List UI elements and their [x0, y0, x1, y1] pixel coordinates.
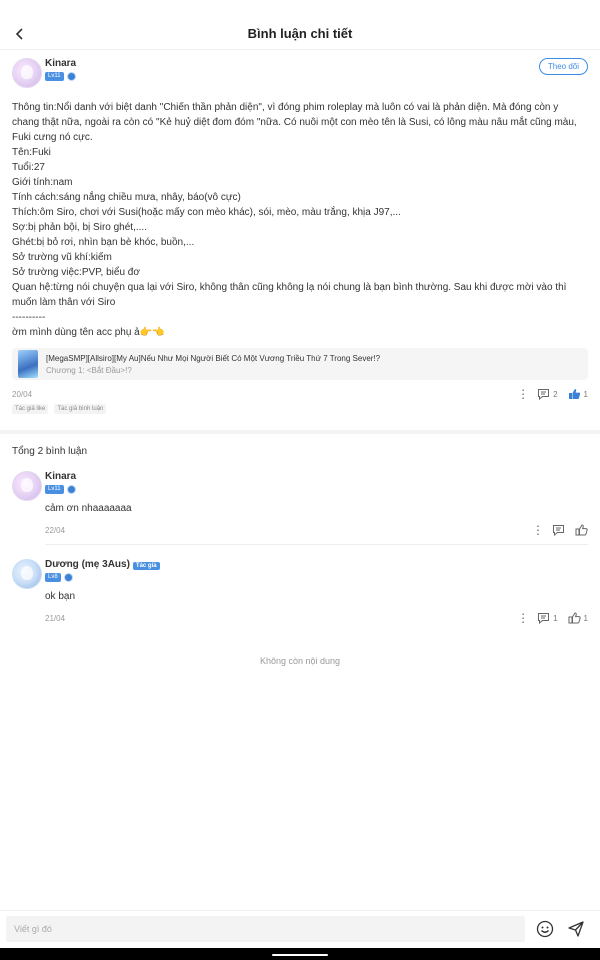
comments-section: Tổng 2 bình luận Kinara Lv11 cảm ơn nhaa…: [0, 446, 600, 626]
top-bar: Bình luận chi tiết: [0, 18, 600, 50]
home-indicator[interactable]: [272, 954, 328, 956]
back-button[interactable]: [8, 22, 32, 46]
comments-total: Tổng 2 bình luận: [12, 446, 88, 457]
story-chapter: Chương 1: <Bắt Đầu>!?: [46, 365, 132, 375]
tag-author-commented: Tác giả bình luận: [54, 404, 107, 414]
status-bar: [0, 0, 600, 18]
post-tags: Tác giả like Tác giả bình luận: [12, 404, 588, 414]
main-post: Kinara Lv11 Theo dõi Thông tin:Nổi danh …: [0, 54, 600, 414]
like-button[interactable]: 1: [568, 388, 588, 400]
thumbs-up-icon: [575, 524, 588, 536]
post-footer: 20/04 ⋮ 2 1: [12, 386, 588, 402]
comment-button[interactable]: 2: [537, 388, 558, 400]
reply-count: 1: [553, 613, 558, 623]
comment-icon: [538, 389, 550, 400]
section-divider: [0, 430, 600, 434]
end-of-content: Không còn nội dung: [259, 656, 341, 666]
page-title: Bình luận chi tiết: [247, 26, 353, 41]
story-link-card[interactable]: [MegaSMP][Allsiro][My Au]Nếu Như Mọi Ngư…: [12, 348, 588, 380]
reply-button[interactable]: [552, 524, 565, 536]
story-title: [MegaSMP][Allsiro][My Au]Nếu Như Mọi Ngư…: [46, 353, 381, 363]
author-badge: Tác giả: [132, 562, 160, 570]
post-date: 20/04: [12, 389, 33, 399]
like-count: 1: [583, 613, 588, 623]
comment-icon: [538, 613, 550, 624]
verified-icon: [63, 573, 73, 582]
comment-input[interactable]: [6, 915, 525, 942]
avatar[interactable]: [12, 58, 42, 88]
more-options-icon[interactable]: ⋮: [517, 611, 529, 625]
comment-author-name[interactable]: Dương (mẹ 3Aus): [45, 559, 130, 570]
verified-icon: [66, 485, 76, 494]
more-options-icon[interactable]: ⋮: [532, 523, 544, 537]
like-count: 1: [583, 389, 588, 399]
level-badge: Lv11: [45, 72, 64, 81]
comment-item: Kinara Lv11 cảm ơn nhaaaaaaa 22/04 ⋮: [12, 467, 588, 545]
comment-date: 22/04: [45, 525, 66, 535]
tag-author-liked: Tác giả like: [12, 404, 49, 414]
comment-icon: [553, 525, 564, 536]
comment-text: cảm ơn nhaaaaaaa: [45, 503, 132, 514]
comment-count: 2: [553, 389, 558, 399]
post-content: Thông tin:Nổi danh với biệt danh "Chiến …: [12, 102, 577, 338]
like-button[interactable]: [575, 524, 588, 536]
send-icon: [568, 920, 584, 937]
comment-input-bar: [0, 910, 600, 946]
avatar[interactable]: [12, 471, 42, 501]
avatar[interactable]: [12, 559, 42, 589]
system-nav-bar: [0, 948, 600, 960]
send-button[interactable]: [566, 919, 586, 939]
more-options-icon[interactable]: ⋮: [517, 387, 529, 401]
level-badge: Lv8: [45, 573, 61, 582]
divider: [45, 544, 588, 545]
smiley-icon: [536, 920, 554, 937]
comment-item: Dương (mẹ 3Aus) Tác giả Lv8 ok bạn 21/04 …: [12, 555, 588, 626]
level-badge: Lv11: [45, 485, 64, 494]
follow-button[interactable]: Theo dõi: [538, 58, 588, 75]
chevron-left-icon: [15, 28, 23, 40]
post-author-row: Kinara Lv11 Theo dõi: [12, 54, 588, 94]
author-name[interactable]: Kinara: [45, 58, 76, 69]
thumbs-up-icon: [568, 612, 581, 624]
comment-author-name[interactable]: Kinara: [45, 471, 76, 482]
thumbs-up-icon: [568, 389, 580, 399]
emoji-button[interactable]: [535, 919, 555, 939]
reply-button[interactable]: 1: [537, 612, 558, 624]
verified-icon: [66, 72, 76, 81]
story-cover-thumbnail: [18, 350, 38, 378]
comment-date: 21/04: [45, 613, 66, 623]
like-button[interactable]: 1: [568, 612, 588, 624]
comment-text: ok bạn: [45, 591, 76, 602]
